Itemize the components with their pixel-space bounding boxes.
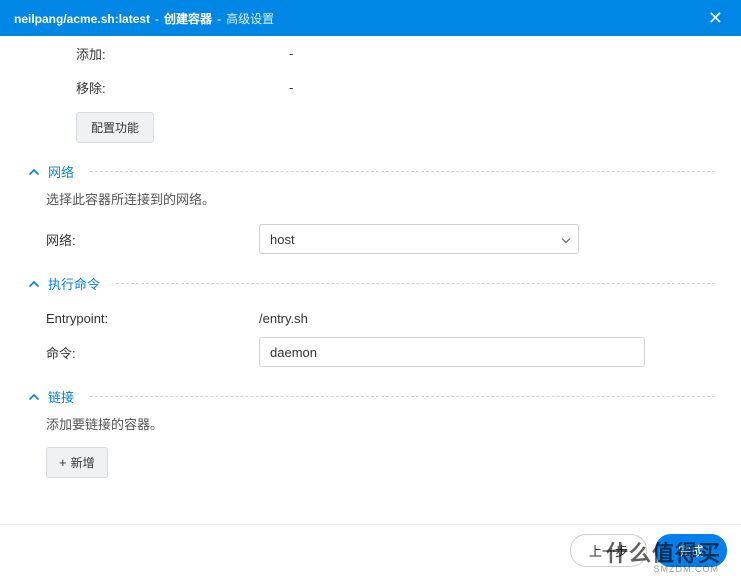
chevron-up-icon <box>28 391 40 403</box>
chevron-up-icon <box>28 278 40 290</box>
network-select[interactable]: host <box>259 224 579 254</box>
chevron-up-icon <box>28 166 40 178</box>
command-label: 命令: <box>46 343 259 362</box>
remove-value: - <box>289 80 293 95</box>
close-icon[interactable]: ✕ <box>704 8 727 29</box>
header-step: 创建容器 <box>164 10 212 27</box>
remove-label: 移除: <box>76 78 289 97</box>
back-button[interactable]: 上一步 <box>570 534 647 567</box>
divider <box>116 283 715 284</box>
link-desc: 添加要链接的容器。 <box>46 414 715 433</box>
header-substep: 高级设置 <box>226 10 274 27</box>
command-input[interactable] <box>259 337 645 367</box>
done-button[interactable]: 完成 <box>655 534 727 567</box>
entrypoint-label: Entrypoint: <box>46 311 259 326</box>
add-link-button[interactable]: + 新增 <box>46 447 108 478</box>
network-label: 网络: <box>46 230 259 249</box>
divider <box>90 171 715 172</box>
dialog-header: neilpang/acme.sh:latest - 创建容器 - 高级设置 ✕ <box>0 0 741 36</box>
section-link-header[interactable]: 链接 <box>28 387 715 406</box>
section-exec-header[interactable]: 执行命令 <box>28 274 715 293</box>
section-link-title: 链接 <box>48 387 74 406</box>
add-link-label: 新增 <box>71 454 95 471</box>
network-desc: 选择此容器所连接到的网络。 <box>46 189 715 208</box>
section-network-header[interactable]: 网络 <box>28 162 715 181</box>
network-select-value: host <box>259 224 579 254</box>
header-image-name: neilpang/acme.sh:latest <box>14 12 150 26</box>
entrypoint-value: /entry.sh <box>259 311 308 326</box>
section-network-title: 网络 <box>48 162 74 181</box>
config-capabilities-button[interactable]: 配置功能 <box>76 112 154 143</box>
add-value: - <box>289 46 293 61</box>
section-exec-title: 执行命令 <box>48 274 100 293</box>
dialog-content: 添加: - 移除: - 配置功能 网络 选择此容器所连接到的网络。 网络: ho… <box>0 36 741 524</box>
divider <box>90 396 715 397</box>
add-label: 添加: <box>76 44 289 63</box>
plus-icon: + <box>59 455 67 470</box>
dialog-footer: 上一步 完成 <box>0 524 741 576</box>
